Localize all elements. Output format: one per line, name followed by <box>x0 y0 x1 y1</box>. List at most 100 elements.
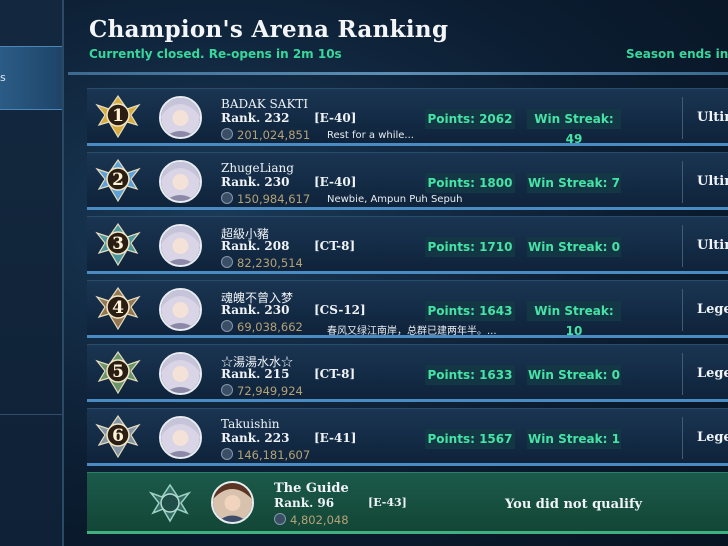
player-rank: Rank. 215 <box>221 367 290 381</box>
player-rank: Rank. 232 <box>221 111 290 125</box>
row-divider <box>682 353 683 395</box>
rank-medal-icon: 5 <box>95 350 141 395</box>
unranked-emblem-icon <box>148 483 192 523</box>
player-rank: Rank. 208 <box>221 239 290 253</box>
ranking-row[interactable]: 3 超級小豬 Rank. 208 [CT-8] 82,230,514 Point… <box>87 216 728 274</box>
ranking-row[interactable]: 5 ☆湯湯水水☆ Rank. 215 [CT-8] 72,949,924 Poi… <box>87 344 728 402</box>
player-name: BADAK SAKTI <box>221 97 309 111</box>
player-power: 146,181,607 <box>221 448 310 462</box>
medal-position: 2 <box>112 170 124 190</box>
win-streak-badge: Win Streak: 7 <box>527 173 621 193</box>
row-divider <box>682 225 683 267</box>
ranking-row[interactable]: 2 ZhugeLiang Rank. 230 [E-40] 150,984,61… <box>87 152 728 210</box>
player-power-value: 201,024,851 <box>237 128 311 142</box>
avatar <box>159 352 202 395</box>
row-divider <box>682 161 683 203</box>
points-badge: Points: 1710 <box>425 237 515 257</box>
player-tier: [E-40] <box>314 111 357 125</box>
power-icon <box>221 384 233 396</box>
player-motto: Rest for a while... <box>327 130 414 141</box>
player-name: Takuishin <box>221 417 280 431</box>
points-badge: Points: 2062 <box>425 109 515 129</box>
medal-position: 5 <box>112 362 124 382</box>
win-streak-badge: Win Streak: 1 <box>527 429 621 449</box>
player-tier: [CS-12] <box>314 303 366 317</box>
power-icon <box>221 192 233 204</box>
rank-medal-icon: 1 <box>95 94 141 139</box>
rank-medal-icon: 3 <box>95 222 141 267</box>
rank-medal-icon: 2 <box>95 158 141 203</box>
win-streak-badge: Win Streak: 0 <box>527 237 621 257</box>
avatar <box>159 224 202 267</box>
points-badge: Points: 1567 <box>425 429 515 449</box>
player-motto: 春风又绿江南岸，总群已建两年半。... <box>327 326 497 337</box>
player-power: 82,230,514 <box>221 256 303 270</box>
medal-position: 6 <box>112 426 124 446</box>
player-power: 201,024,851 <box>221 128 310 142</box>
player-power-value: 82,230,514 <box>237 256 303 270</box>
league-label: Lege <box>697 302 728 317</box>
power-icon <box>221 320 233 332</box>
side-tab-label: s <box>0 71 6 84</box>
player-rank: Rank. 230 <box>221 303 290 317</box>
player-power: 150,984,617 <box>221 192 310 206</box>
avatar <box>159 160 202 203</box>
player-power: 69,038,662 <box>221 320 303 334</box>
ranking-row[interactable]: 6 Takuishin Rank. 223 [E-41] 146,181,607… <box>87 408 728 466</box>
player-motto: Newbie, Ampun Puh Sepuh <box>327 194 463 205</box>
points-badge: Points: 1800 <box>425 173 515 193</box>
avatar <box>159 416 202 459</box>
player-name: ZhugeLiang <box>221 161 294 175</box>
player-tier: [CT-8] <box>314 239 356 253</box>
rank-medal-icon: 4 <box>95 286 141 331</box>
power-icon <box>274 513 286 525</box>
player-rank: Rank. 230 <box>221 175 290 189</box>
power-icon <box>221 448 233 460</box>
player-power-value: 150,984,617 <box>237 192 311 206</box>
row-divider <box>682 97 683 139</box>
side-panel: s <box>0 0 64 546</box>
league-label: Ultim <box>697 110 728 125</box>
side-divider <box>0 414 62 415</box>
player-power-value: 146,181,607 <box>237 448 311 462</box>
league-label: Lege <box>697 366 728 381</box>
league-label: Ultim <box>697 238 728 253</box>
ranking-row[interactable]: 1 BADAK SAKTI Rank. 232 [E-40] 201,024,8… <box>87 88 728 146</box>
medal-position: 1 <box>112 106 124 126</box>
row-divider <box>682 289 683 331</box>
side-tab-active[interactable]: s <box>0 46 62 110</box>
avatar <box>159 96 202 139</box>
player-tier: [E-40] <box>314 175 357 189</box>
player-power-value: 69,038,662 <box>237 320 303 334</box>
ranking-row[interactable]: 4 魂魄不曾入梦 Rank. 230 [CS-12] 69,038,662 春风… <box>87 280 728 338</box>
avatar <box>159 288 202 331</box>
points-badge: Points: 1643 <box>425 301 515 321</box>
league-label: Lege <box>697 430 728 445</box>
power-icon <box>221 128 233 140</box>
player-power-value: 4,802,048 <box>290 513 349 527</box>
player-power: 4,802,048 <box>274 513 349 527</box>
avatar <box>211 481 254 524</box>
win-streak-badge: Win Streak: 49 <box>527 109 621 146</box>
player-rank: Rank. 96 <box>274 496 335 510</box>
points-badge: Points: 1633 <box>425 365 515 385</box>
rank-medal-icon: 6 <box>95 414 141 459</box>
player-name: The Guide <box>274 481 349 496</box>
player-rank: Rank. 223 <box>221 431 290 445</box>
page-title: Champion's Arena Ranking <box>89 16 449 43</box>
win-streak-badge: Win Streak: 10 <box>527 301 621 338</box>
league-label: Ultim <box>697 174 728 189</box>
arena-status-text: Currently closed. Re-opens in 2m 10s <box>89 47 342 61</box>
player-tier: [E-43] <box>368 496 407 509</box>
power-icon <box>221 256 233 268</box>
header-divider <box>68 72 728 75</box>
win-streak-badge: Win Streak: 0 <box>527 365 621 385</box>
player-tier: [E-41] <box>314 431 357 445</box>
medal-position: 4 <box>112 298 124 318</box>
player-self-row[interactable]: The Guide Rank. 96 [E-43] 4,802,048 You … <box>87 472 728 534</box>
season-timer: Season ends in 23 <box>626 47 728 61</box>
qualification-status: You did not qualify <box>505 497 643 512</box>
player-power: 72,949,924 <box>221 384 303 398</box>
player-tier: [CT-8] <box>314 367 356 381</box>
row-divider <box>682 417 683 459</box>
